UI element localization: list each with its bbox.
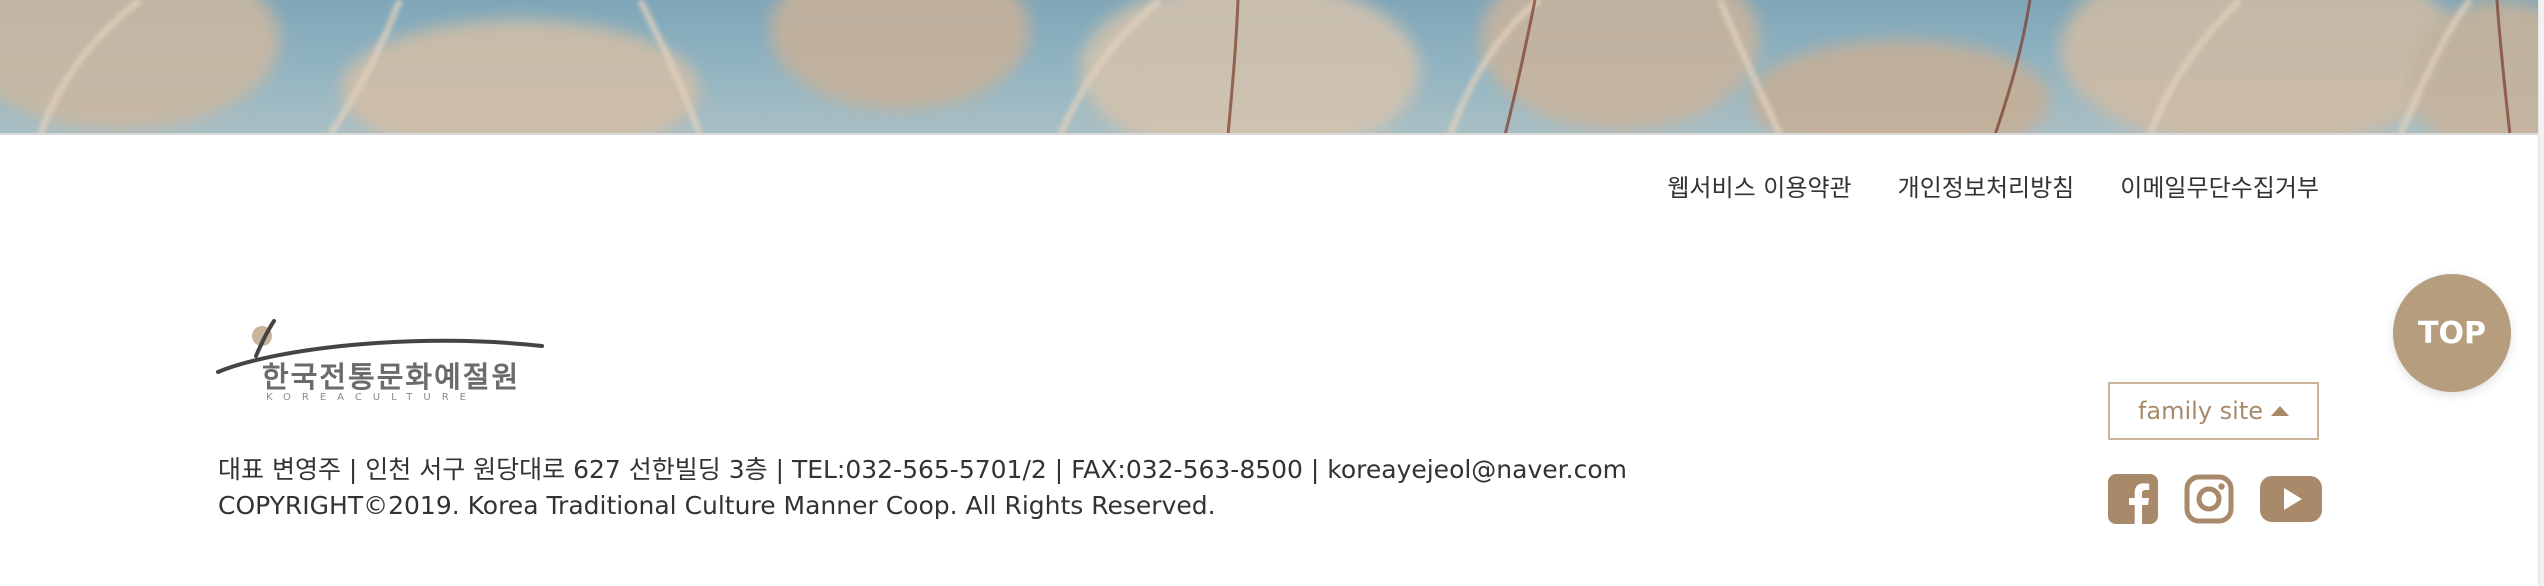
logo-main-text: 한국전통문화예절원 — [262, 360, 521, 394]
privacy-policy-link[interactable]: 개인정보처리방침 — [1898, 168, 2075, 203]
social-links — [2108, 474, 2322, 528]
hero-banner-image — [0, 0, 2544, 135]
address-line: 대표 변영주 | 인천 서구 원당대로 627 선한빌딩 3층 | TEL:03… — [218, 455, 1627, 484]
email-collection-refusal-link[interactable]: 이메일무단수집거부 — [2120, 168, 2319, 203]
logo-sub-text: KOREACULTURE — [266, 392, 478, 403]
youtube-icon[interactable] — [2260, 476, 2322, 526]
facebook-icon[interactable] — [2108, 474, 2158, 528]
company-info: 대표 변영주 | 인천 서구 원당대로 627 선한빌딩 3층 | TEL:03… — [218, 452, 1627, 524]
site-logo[interactable]: 한국전통문화예절원 KOREACULTURE — [216, 318, 546, 410]
family-site-label: family site — [2137, 397, 2264, 425]
family-site-dropdown[interactable]: family site — [2108, 382, 2319, 440]
scroll-to-top-button[interactable]: TOP — [2393, 274, 2511, 392]
instagram-icon[interactable] — [2184, 474, 2234, 528]
footer-links: 웹서비스 이용약관 개인정보처리방침 이메일무단수집거부 — [1667, 168, 2319, 203]
caret-up-icon — [2271, 406, 2290, 416]
page-scrollbar[interactable] — [2538, 0, 2544, 586]
terms-of-service-link[interactable]: 웹서비스 이용약관 — [1667, 168, 1851, 203]
copyright-text: COPYRIGHT©2019. Korea Traditional Cultur… — [218, 491, 1216, 520]
